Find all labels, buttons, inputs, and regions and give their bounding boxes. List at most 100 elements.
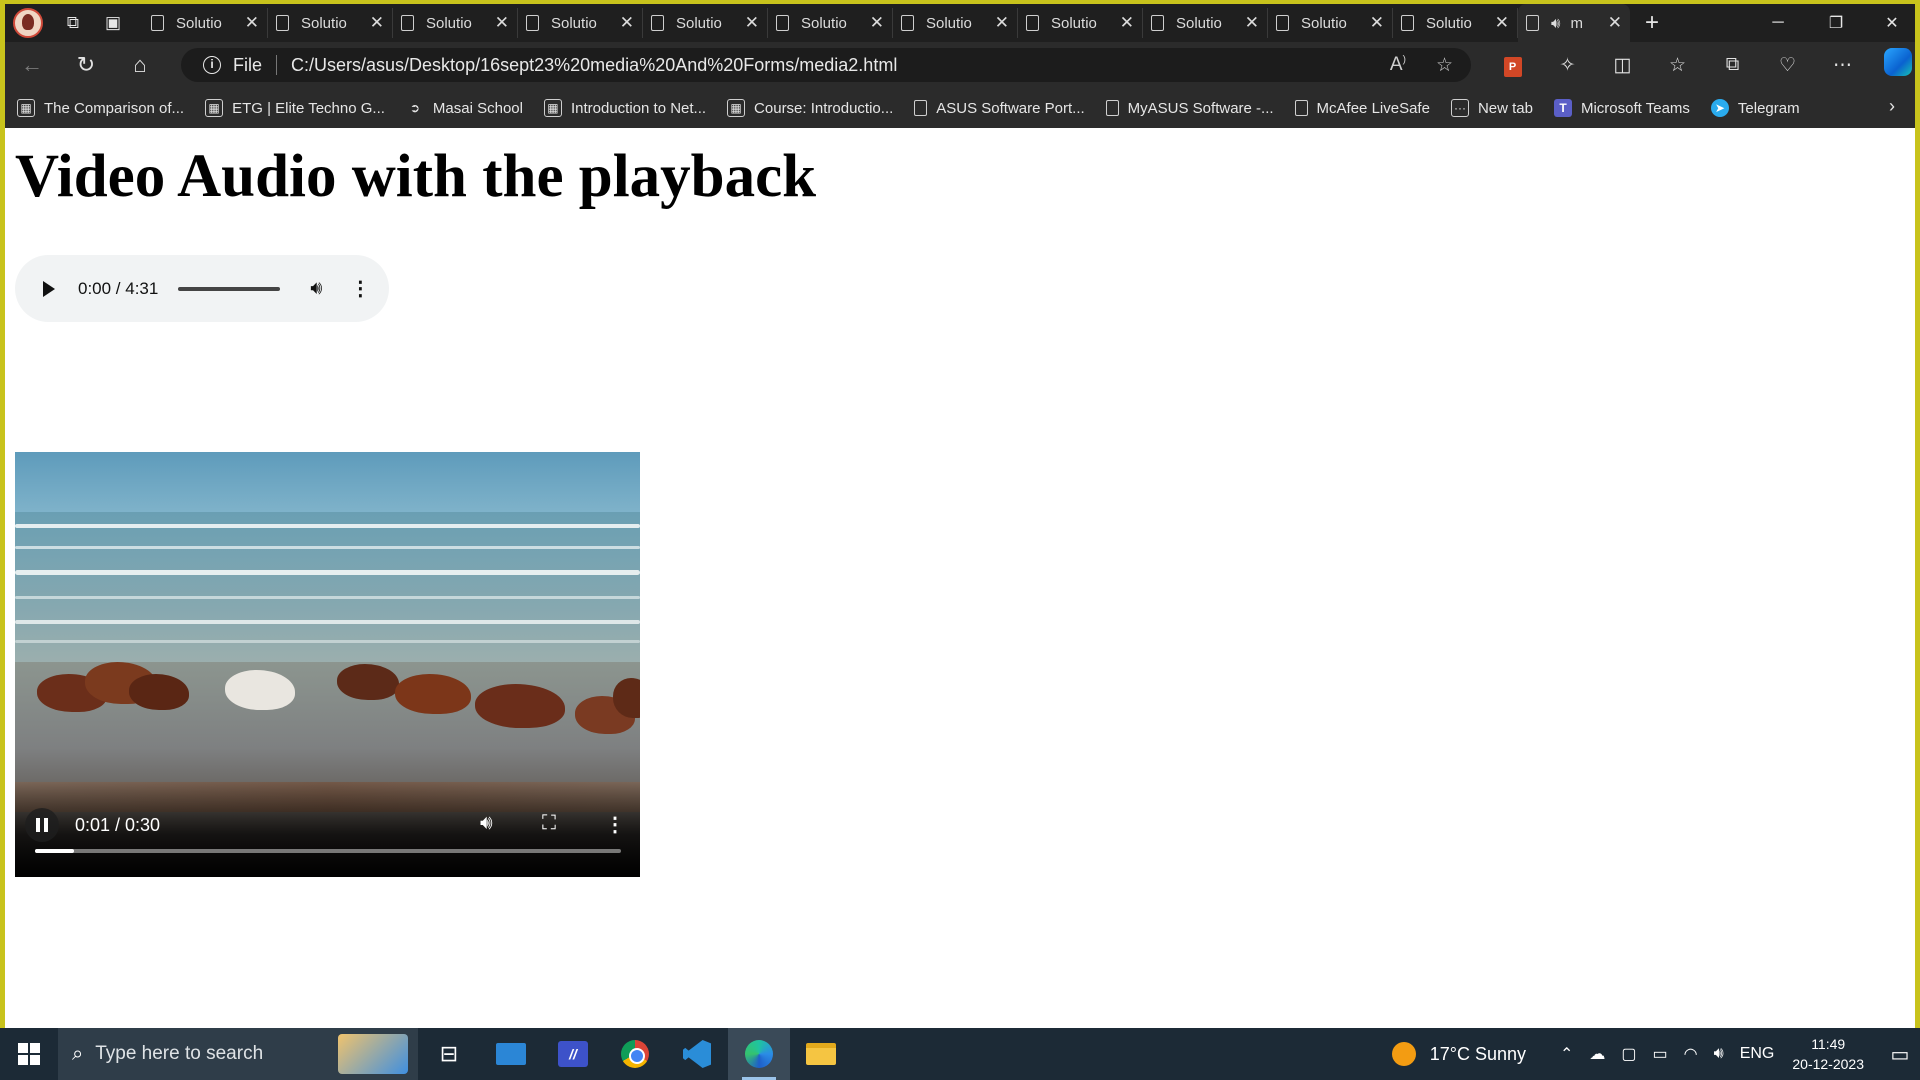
copilot-icon[interactable] [1870,48,1915,82]
volume-icon[interactable]: 🔊︎ [1714,1045,1724,1063]
favorite-item[interactable]: ➲ Masai School [406,99,523,117]
more-menu-icon[interactable]: ⋯ [1815,54,1870,77]
favorite-star-icon[interactable]: ☆ [1436,54,1453,77]
workspaces-icon[interactable]: ⧉ [53,4,93,42]
close-icon[interactable]: ✕ [620,13,634,33]
taskbar-power-automate[interactable]: // [542,1028,604,1080]
close-icon[interactable]: ✕ [245,13,259,33]
favorite-item[interactable]: ▦ ETG | Elite Techno G... [205,99,385,117]
notification-icon[interactable]: ▭ [1880,1028,1920,1080]
taskbar-edge[interactable] [728,1028,790,1080]
more-options-icon[interactable]: ⋮ [605,812,625,837]
vertical-tabs-icon[interactable]: ▣ [93,4,133,42]
back-button[interactable]: ← [5,42,59,88]
site-icon: ▦ [17,99,35,117]
wifi-icon[interactable]: ◠ [1684,1044,1698,1064]
close-icon[interactable]: ✕ [870,13,884,33]
tab[interactable]: Solutio ✕ [1393,8,1518,38]
favorite-item[interactable]: MyASUS Software -... [1105,100,1274,117]
tab[interactable]: Solutio ✕ [893,8,1018,38]
tab[interactable]: Solutio ✕ [1268,8,1393,38]
close-icon[interactable]: ✕ [495,13,509,33]
task-view-button[interactable]: ⊟ [418,1028,480,1080]
tab[interactable]: Solutio ✕ [1018,8,1143,38]
collections-icon[interactable]: ⧉ [1705,54,1760,76]
tab-list: Solutio ✕ Solutio ✕ Solutio ✕ Solutio ✕ Solutio ✕… [143,8,1518,38]
audio-time: 0:00 / 4:31 [78,278,159,298]
volume-icon[interactable]: 🔊︎ [310,278,322,300]
close-icon[interactable]: ✕ [1608,13,1622,33]
language-indicator[interactable]: ENG [1740,1045,1775,1063]
volume-icon[interactable]: 🔊︎ [480,812,493,835]
close-icon[interactable]: ✕ [1245,13,1259,33]
close-window-button[interactable]: ✕ [1863,4,1915,42]
new-tab-button[interactable]: + [1630,9,1674,37]
favorite-item[interactable]: ASUS Software Port... [914,100,1085,117]
favorite-item[interactable]: ▦ Introduction to Net... [543,99,706,117]
speaker-icon[interactable]: 🔊︎ [1551,15,1560,32]
refresh-button[interactable]: ↻ [59,42,113,88]
taskbar-file-explorer[interactable] [790,1028,852,1080]
clock[interactable]: 11:49 20-12-2023 [1792,1034,1864,1074]
more-options-icon[interactable]: ⋮ [350,276,370,301]
audio-seek-bar[interactable] [178,286,281,291]
home-button[interactable]: ⌂ [113,42,167,88]
favorite-item[interactable]: ➤ Telegram [1710,99,1800,117]
video-seek-bar[interactable] [35,849,621,853]
tab-active[interactable]: 🔊︎ m ✕ [1518,4,1630,42]
start-button[interactable] [0,1028,58,1080]
system-tray: 17°C Sunny ⌃ ☁ ▢ ▭ ◠ 🔊︎ ENG 11:49 20-12-… [1391,1028,1920,1080]
browser-essentials-icon[interactable]: ♡ [1760,54,1815,77]
favorites-icon[interactable]: ☆ [1650,54,1705,77]
powerpoint-extension-icon[interactable]: P [1485,54,1540,77]
meet-now-icon[interactable]: ▢ [1621,1044,1636,1064]
split-screen-icon[interactable]: ◫ [1595,54,1650,77]
close-icon[interactable]: ✕ [995,13,1009,33]
folder-icon [806,1043,836,1065]
taskbar-chrome[interactable] [604,1028,666,1080]
close-icon[interactable]: ✕ [1370,13,1384,33]
taskbar-mail[interactable] [480,1028,542,1080]
favorite-item[interactable]: ▦ The Comparison of... [17,99,184,117]
favorite-item[interactable]: T Microsoft Teams [1553,99,1690,117]
close-icon[interactable]: ✕ [1120,13,1134,33]
play-icon[interactable] [43,280,55,297]
info-icon[interactable]: i [203,56,221,74]
minimize-button[interactable]: ─ [1749,4,1807,42]
favorite-label: Microsoft Teams [1580,99,1690,117]
favorite-item[interactable]: ··· New tab [1450,99,1533,117]
weather-widget[interactable]: 17°C Sunny [1391,1042,1526,1066]
tab[interactable]: Solutio ✕ [143,8,268,38]
close-icon[interactable]: ✕ [370,13,384,33]
close-icon[interactable]: ✕ [745,13,759,33]
tab[interactable]: Solutio ✕ [768,8,893,38]
fullscreen-icon[interactable]: ⛶ [542,812,556,835]
toolbar-extensions: P ✧ ◫ ☆ ⧉ ♡ ⋯ [1485,42,1915,88]
address-bar[interactable]: i File C:/Users/asus/Desktop/16sept23%20… [181,48,1471,82]
read-aloud-icon[interactable]: A) [1390,54,1406,77]
page-icon [526,15,539,31]
favorite-item[interactable]: McAfee LiveSafe [1294,100,1430,117]
tab[interactable]: Solutio ✕ [643,8,768,38]
extensions-icon[interactable]: ✧ [1540,54,1595,77]
tab[interactable]: Solutio ✕ [518,8,643,38]
profile-avatar[interactable] [13,8,43,38]
chevron-right-icon[interactable]: › [1889,96,1895,117]
pause-icon[interactable] [25,808,59,842]
tab[interactable]: Solutio ✕ [268,8,393,38]
chevron-up-icon[interactable]: ⌃ [1560,1044,1573,1064]
taskbar-vscode[interactable] [666,1028,728,1080]
url-text[interactable]: C:/Users/asus/Desktop/16sept23%20media%2… [291,55,897,76]
onedrive-icon[interactable]: ☁ [1589,1044,1605,1064]
restore-button[interactable]: ❐ [1807,4,1865,42]
tab[interactable]: Solutio ✕ [393,8,518,38]
favorite-item[interactable]: ▦ Course: Introductio... [727,99,893,117]
battery-icon[interactable]: ▭ [1653,1044,1668,1064]
close-icon[interactable]: ✕ [1495,13,1509,33]
page-viewport: Video Audio with the playback 0:00 / 4:3… [5,128,1915,1028]
tab[interactable]: Solutio ✕ [1143,8,1268,38]
tab-title: Solutio [1176,14,1222,32]
video-player[interactable]: 0:01 / 0:30 🔊︎ ⛶ ⋮ [15,452,640,877]
taskbar-search[interactable]: ⌕ Type here to search [58,1028,418,1080]
audio-player[interactable]: 0:00 / 4:31 🔊︎ ⋮ [15,255,389,322]
